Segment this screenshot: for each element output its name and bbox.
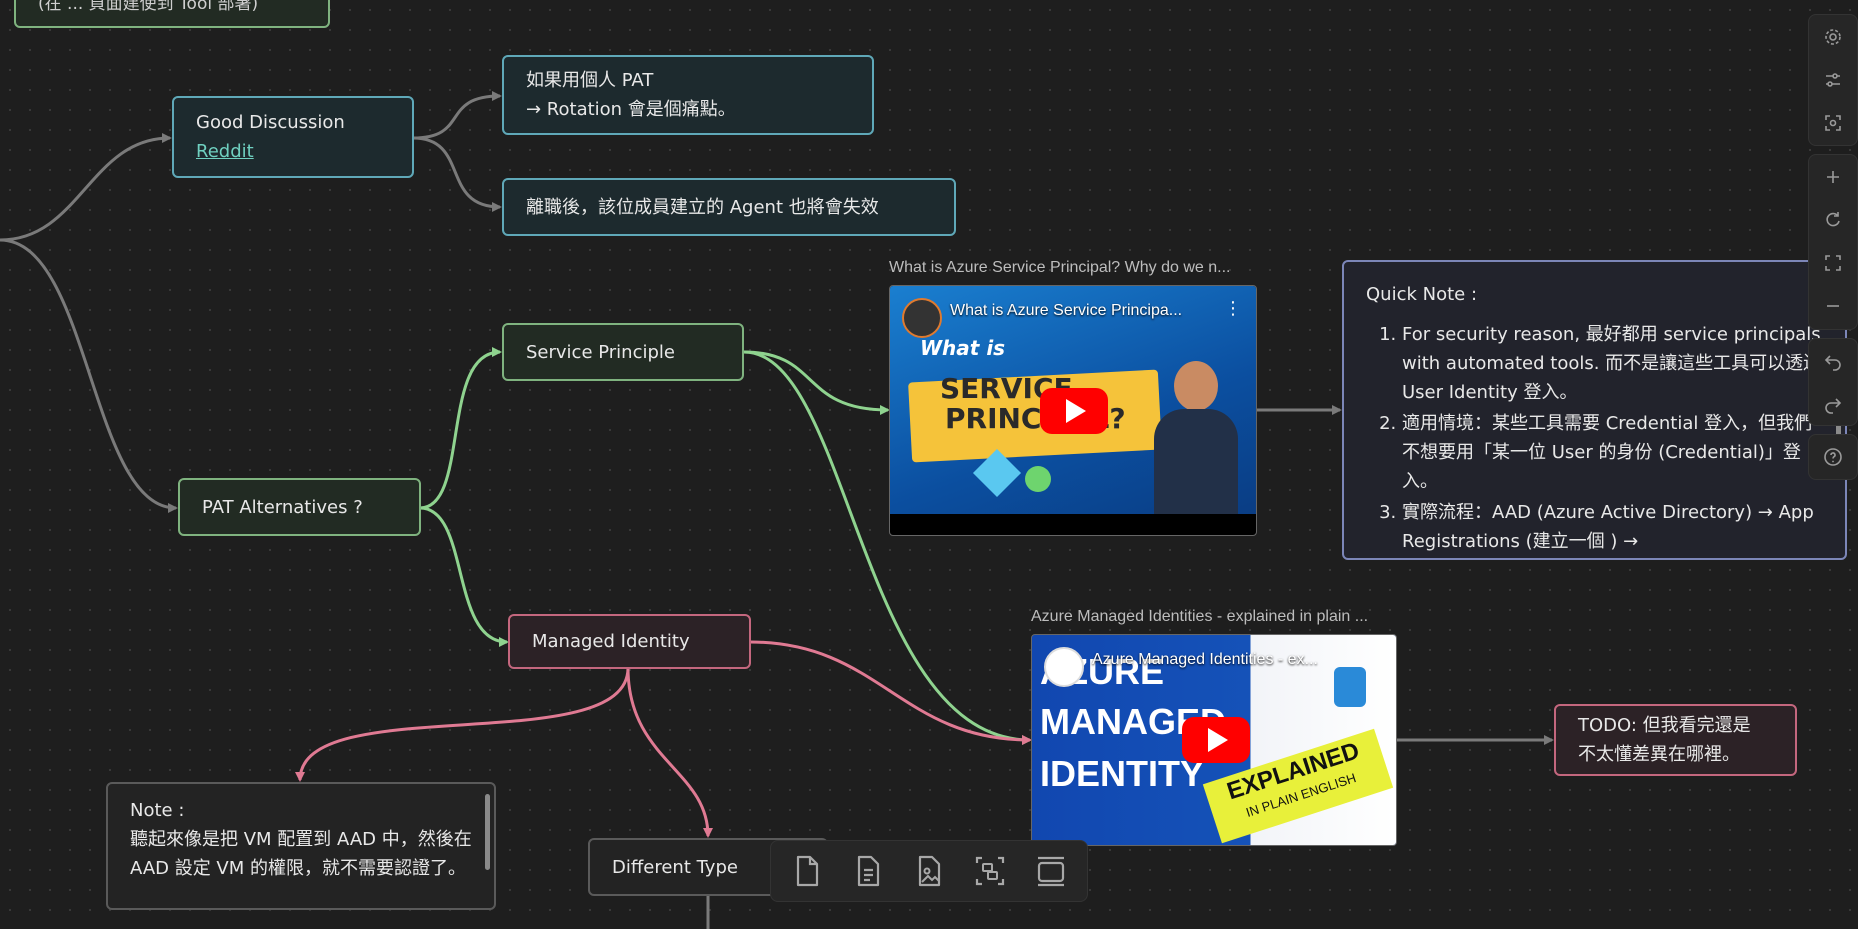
new-note-icon[interactable] xyxy=(845,848,891,894)
new-card-icon[interactable] xyxy=(784,848,830,894)
quick-note-item: 適用情境：某些工具需要 Credential 登入，但我們不想要用「某一位 Us… xyxy=(1402,409,1822,496)
mi-video-embed[interactable]: AZURE MANAGED IDENTITY EXPLAINED IN PLAI… xyxy=(1031,634,1397,846)
quick-note-list: For security reason, 最好都用 service princi… xyxy=(1366,320,1822,558)
mi-thumb-line3: IDENTITY xyxy=(1040,753,1205,794)
group-icon[interactable] xyxy=(967,848,1013,894)
help-icon[interactable] xyxy=(1809,435,1857,478)
redo-icon[interactable] xyxy=(1809,382,1857,425)
reddit-link[interactable]: Reddit xyxy=(196,137,254,166)
good-discussion-title: Good Discussion xyxy=(196,112,345,133)
mi-video-caption: Azure Managed Identities - explained in … xyxy=(1031,608,1369,625)
todo-line2: 不太懂差異在哪裡。 xyxy=(1578,744,1740,765)
quick-note-heading: Quick Note : xyxy=(1366,284,1478,305)
pat-personal-node[interactable]: 如果用個人 PAT → Rotation 會是個痛點。 xyxy=(502,55,874,135)
edge-pat-mi xyxy=(419,506,509,647)
sp-play-button[interactable] xyxy=(1040,388,1108,434)
pat-personal-line2: → Rotation 會是個痛點。 xyxy=(526,99,736,120)
edge-sp-video-sp xyxy=(743,350,890,415)
quick-note-item: 實際流程：AAD (Azure Active Directory) → App … xyxy=(1402,498,1822,556)
person-icon xyxy=(1154,361,1238,514)
pat-personal-line1: 如果用個人 PAT xyxy=(526,70,654,91)
managed-identity-node[interactable]: Managed Identity xyxy=(508,614,751,669)
right-toolbar-settings xyxy=(1808,14,1858,146)
service-principle-text: Service Principle xyxy=(526,341,675,363)
mi-play-button[interactable] xyxy=(1182,717,1250,763)
leave-text: 離職後，該位成員建立的 Agent 也將會失效 xyxy=(526,196,879,218)
zoom-in-icon[interactable] xyxy=(1809,155,1857,198)
right-toolbar-history xyxy=(1808,338,1858,426)
good-discussion-node[interactable]: Good Discussion Reddit xyxy=(172,96,414,178)
mi-player-title[interactable]: Azure Managed Identities - ex... xyxy=(1092,651,1318,669)
quick-note-card[interactable]: Quick Note : For security reason, 最好都用 s… xyxy=(1342,260,1847,560)
gear-icon[interactable] xyxy=(1809,15,1857,58)
undo-icon[interactable] xyxy=(1809,339,1857,382)
quick-note-item: For security reason, 最好都用 service princi… xyxy=(1402,320,1822,407)
edge-good-leave xyxy=(412,136,502,212)
edge-root-good xyxy=(0,133,172,242)
pat-alternatives-text: PAT Alternatives ? xyxy=(202,496,363,518)
sp-video-caption: What is Azure Service Principal? Why do … xyxy=(889,259,1231,276)
edge-mi-note xyxy=(295,667,630,782)
service-principle-node[interactable]: Service Principle xyxy=(502,323,744,381)
edge-mi-different xyxy=(626,667,713,838)
different-type-text: Different Type xyxy=(612,856,738,878)
sp-thumb-line1: What is xyxy=(920,336,1006,360)
sp-kebab-icon[interactable]: ⋮ xyxy=(1224,300,1242,318)
edge-good-pat-personal xyxy=(412,91,502,140)
reset-icon[interactable] xyxy=(1809,198,1857,241)
user-green-icon xyxy=(1025,466,1051,492)
managed-identity-text: Managed Identity xyxy=(532,631,690,652)
sliders-icon[interactable] xyxy=(1809,58,1857,101)
edge-root-pat xyxy=(0,238,178,513)
right-toolbar-help xyxy=(1808,434,1858,480)
focus-icon[interactable] xyxy=(1809,101,1857,144)
sp-video-embed[interactable]: What is SERVICE PRINCIPAL? What is Azure… xyxy=(889,285,1257,536)
edge-mi-video-mi xyxy=(749,640,1032,745)
sql-icon xyxy=(1334,667,1366,707)
note-heading: Note : xyxy=(130,800,185,821)
edge-pat-sp xyxy=(419,347,502,510)
leave-node[interactable]: 離職後，該位成員建立的 Agent 也將會失效 xyxy=(502,178,956,236)
mi-channel-avatar[interactable] xyxy=(1044,647,1084,687)
top-partial-node[interactable]: (在 ... 頁面建使到 Tool 部署) xyxy=(14,0,330,28)
note-scrollbar[interactable] xyxy=(485,794,490,870)
sp-player-title[interactable]: What is Azure Service Principa... xyxy=(950,302,1182,320)
todo-node[interactable]: TODO: 但我看完還是 不太懂差異在哪裡。 xyxy=(1554,704,1797,776)
slide-icon[interactable] xyxy=(1028,848,1074,894)
right-toolbar-zoom xyxy=(1808,154,1858,330)
note-card[interactable]: Note : 聽起來像是把 VM 配置到 AAD 中，然後在 AAD 設定 VM… xyxy=(106,782,496,910)
top-partial-text: (在 ... 頁面建使到 Tool 部署) xyxy=(38,0,259,14)
zoom-out-icon[interactable] xyxy=(1809,284,1857,327)
todo-line1: TODO: 但我看完還是 xyxy=(1578,715,1751,736)
pat-alternatives-node[interactable]: PAT Alternatives ? xyxy=(178,478,421,536)
media-file-icon[interactable] xyxy=(906,848,952,894)
sp-channel-avatar[interactable] xyxy=(902,298,942,338)
note-body: 聽起來像是把 VM 配置到 AAD 中，然後在 AAD 設定 VM 的權限，就不… xyxy=(130,829,472,879)
fullscreen-icon[interactable] xyxy=(1809,241,1857,284)
bottom-toolbar xyxy=(770,840,1088,902)
